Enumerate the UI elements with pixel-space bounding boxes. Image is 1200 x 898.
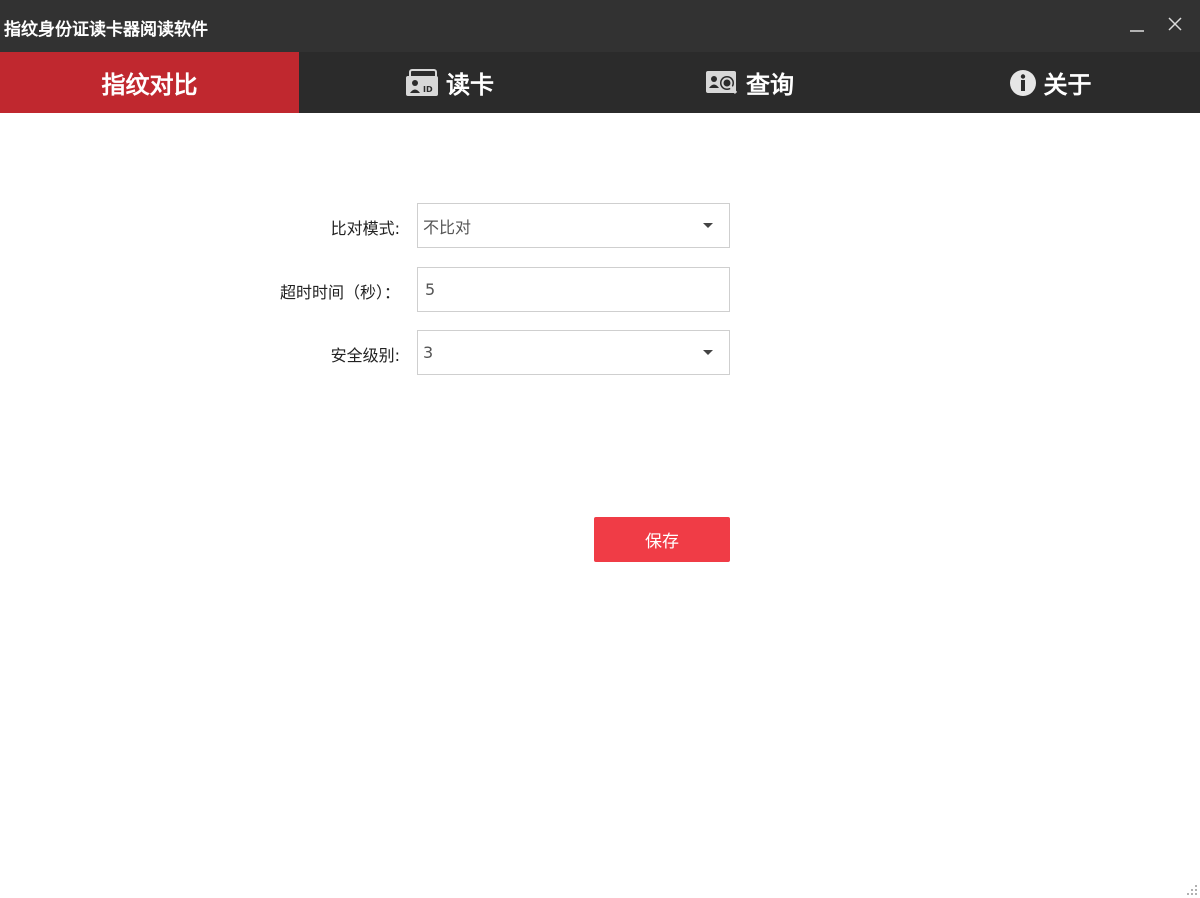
title-bar: 指纹身份证读卡器阅读软件 — [0, 0, 1200, 52]
tab-label: 读卡 — [446, 71, 494, 99]
main-nav: 指纹对比 ID 读卡 查询 关于 — [0, 52, 1200, 113]
chevron-down-icon — [703, 350, 713, 355]
close-button[interactable] — [1163, 12, 1187, 36]
app-window: 指纹身份证读卡器阅读软件 指纹对比 ID 读卡 查询 关于 比对模式: 不比对 … — [0, 0, 1200, 898]
security-level-select[interactable]: 3 — [417, 330, 730, 375]
timeout-label: 超时时间（秒）： — [279, 283, 400, 302]
tab-label: 关于 — [1043, 71, 1092, 99]
close-icon — [1168, 17, 1182, 31]
tab-fingerprint-compare[interactable]: 指纹对比 — [0, 52, 299, 113]
chevron-down-icon — [703, 223, 713, 228]
info-icon — [1008, 68, 1038, 98]
tab-label: 查询 — [746, 71, 794, 99]
settings-form: 比对模式: 不比对 超时时间（秒）： 5 安全级别: 3 保存 — [0, 113, 1200, 898]
security-level-label: 安全级别: — [330, 346, 400, 365]
resize-grip-icon[interactable] — [1184, 882, 1198, 896]
security-level-value: 3 — [423, 343, 434, 362]
tab-label: 指纹对比 — [101, 71, 198, 99]
minimize-icon — [1130, 30, 1144, 32]
tab-read-card[interactable]: ID 读卡 — [299, 52, 599, 113]
timeout-input[interactable]: 5 — [417, 267, 730, 312]
timeout-value: 5 — [425, 280, 436, 299]
search-person-icon — [704, 68, 740, 98]
svg-text:ID: ID — [423, 85, 433, 94]
compare-mode-label: 比对模式: — [330, 219, 400, 238]
tab-about[interactable]: 关于 — [899, 52, 1200, 113]
compare-mode-value: 不比对 — [423, 217, 472, 237]
compare-mode-select[interactable]: 不比对 — [417, 203, 730, 248]
window-title: 指纹身份证读卡器阅读软件 — [4, 20, 208, 40]
minimize-button[interactable] — [1125, 12, 1149, 36]
save-button[interactable]: 保存 — [594, 517, 730, 562]
id-card-icon: ID — [404, 68, 440, 98]
tab-query[interactable]: 查询 — [599, 52, 899, 113]
